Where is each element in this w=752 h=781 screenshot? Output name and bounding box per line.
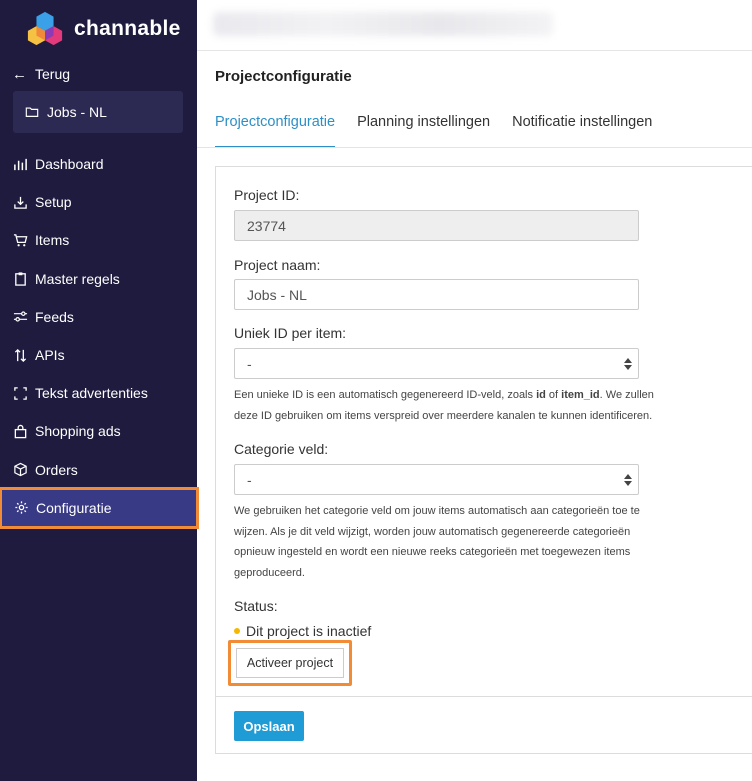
arrow-left-icon: ← bbox=[12, 65, 27, 83]
sidebar-item-dashboard[interactable]: Dashboard bbox=[0, 145, 197, 183]
unique-id-help: Een unieke ID is een automatisch gegener… bbox=[234, 389, 654, 422]
sidebar: channable ← Terug Jobs - NL Dashboard Se… bbox=[0, 0, 199, 781]
brand-name: channable bbox=[74, 17, 181, 40]
back-label: Terug bbox=[35, 66, 71, 82]
select-arrows-icon bbox=[624, 358, 632, 370]
folder-icon bbox=[25, 107, 39, 117]
brand-logo[interactable]: channable bbox=[26, 10, 181, 48]
sidebar-item-label: Feeds bbox=[35, 308, 74, 325]
sidebar-item-label: Setup bbox=[35, 194, 72, 211]
save-button[interactable]: Opslaan bbox=[234, 711, 304, 741]
cart-icon bbox=[12, 232, 28, 248]
tab-notificatie-instellingen[interactable]: Notificatie instellingen bbox=[512, 114, 652, 148]
sidebar-item-shopping-ads[interactable]: Shopping ads bbox=[0, 412, 197, 450]
status-dot-icon bbox=[234, 628, 240, 634]
sidebar-item-tekst-advertenties[interactable]: Tekst advertenties bbox=[0, 374, 197, 412]
bar-chart-icon bbox=[12, 156, 28, 172]
tab-bar: Projectconfiguratie Planning instellinge… bbox=[215, 114, 674, 148]
blurred-header-content bbox=[213, 12, 553, 36]
top-bar bbox=[197, 0, 752, 51]
project-selector[interactable]: Jobs - NL bbox=[13, 91, 183, 133]
sidebar-item-feeds[interactable]: Feeds bbox=[0, 298, 197, 336]
status-indicator: Dit project is inactief bbox=[234, 623, 371, 639]
activate-project-button[interactable]: Activeer project bbox=[236, 648, 344, 678]
box-icon bbox=[12, 462, 28, 478]
category-label: Categorie veld: bbox=[234, 441, 329, 457]
gear-icon bbox=[13, 500, 29, 516]
sidebar-item-apis[interactable]: APIs bbox=[0, 336, 197, 374]
clipboard-icon bbox=[12, 271, 28, 287]
tab-planning-instellingen[interactable]: Planning instellingen bbox=[357, 114, 490, 148]
project-name: Jobs - NL bbox=[47, 104, 107, 120]
sidebar-item-setup[interactable]: Setup bbox=[0, 183, 197, 221]
sidebar-item-items[interactable]: Items bbox=[0, 221, 197, 259]
status-label: Status: bbox=[234, 598, 278, 614]
download-tray-icon bbox=[12, 194, 28, 210]
project-id-value: 23774 bbox=[247, 217, 286, 234]
project-id-label: Project ID: bbox=[234, 187, 300, 203]
sidebar-item-label: Items bbox=[35, 232, 70, 249]
sidebar-item-label: Configuratie bbox=[36, 499, 112, 516]
panel-footer-divider bbox=[216, 696, 752, 697]
category-help: We gebruiken het categorie veld om jouw … bbox=[234, 505, 640, 579]
project-name-value: Jobs - NL bbox=[247, 286, 307, 303]
back-link[interactable]: ← Terug bbox=[12, 63, 70, 85]
up-down-arrows-icon bbox=[12, 347, 28, 363]
unique-id-select[interactable]: - bbox=[234, 348, 639, 379]
sliders-icon bbox=[12, 309, 28, 325]
status-text: Dit project is inactief bbox=[246, 623, 372, 639]
unique-id-label: Uniek ID per item: bbox=[234, 325, 347, 341]
unique-id-selected: - bbox=[247, 355, 252, 372]
category-selected: - bbox=[247, 471, 252, 488]
tabs-divider bbox=[197, 147, 752, 148]
sidebar-item-configuratie[interactable]: Configuratie bbox=[0, 486, 199, 529]
project-id-field: 23774 bbox=[234, 210, 639, 241]
sidebar-item-label: Master regels bbox=[35, 270, 120, 287]
sidebar-item-label: APIs bbox=[35, 347, 65, 364]
channable-logo-icon bbox=[27, 11, 63, 46]
category-select[interactable]: - bbox=[234, 464, 639, 495]
sidebar-item-label: Tekst advertenties bbox=[35, 385, 148, 402]
shopping-bag-icon bbox=[12, 423, 28, 439]
sidebar-item-master-regels[interactable]: Master regels bbox=[0, 260, 197, 298]
activate-highlight: Activeer project bbox=[228, 640, 352, 686]
project-name-input[interactable]: Jobs - NL bbox=[234, 279, 639, 310]
sidebar-item-label: Dashboard bbox=[35, 156, 104, 173]
sidebar-item-orders[interactable]: Orders bbox=[0, 451, 197, 489]
brackets-icon bbox=[12, 385, 28, 401]
sidebar-item-label: Orders bbox=[35, 461, 78, 478]
project-name-label: Project naam: bbox=[234, 257, 321, 273]
select-arrows-icon bbox=[624, 474, 632, 486]
sidebar-item-label: Shopping ads bbox=[35, 423, 121, 440]
page-title: Projectconfiguratie bbox=[215, 68, 352, 85]
tab-projectconfiguratie[interactable]: Projectconfiguratie bbox=[215, 114, 336, 148]
sidebar-nav: Dashboard Setup Items Master regels Feed… bbox=[0, 145, 199, 529]
